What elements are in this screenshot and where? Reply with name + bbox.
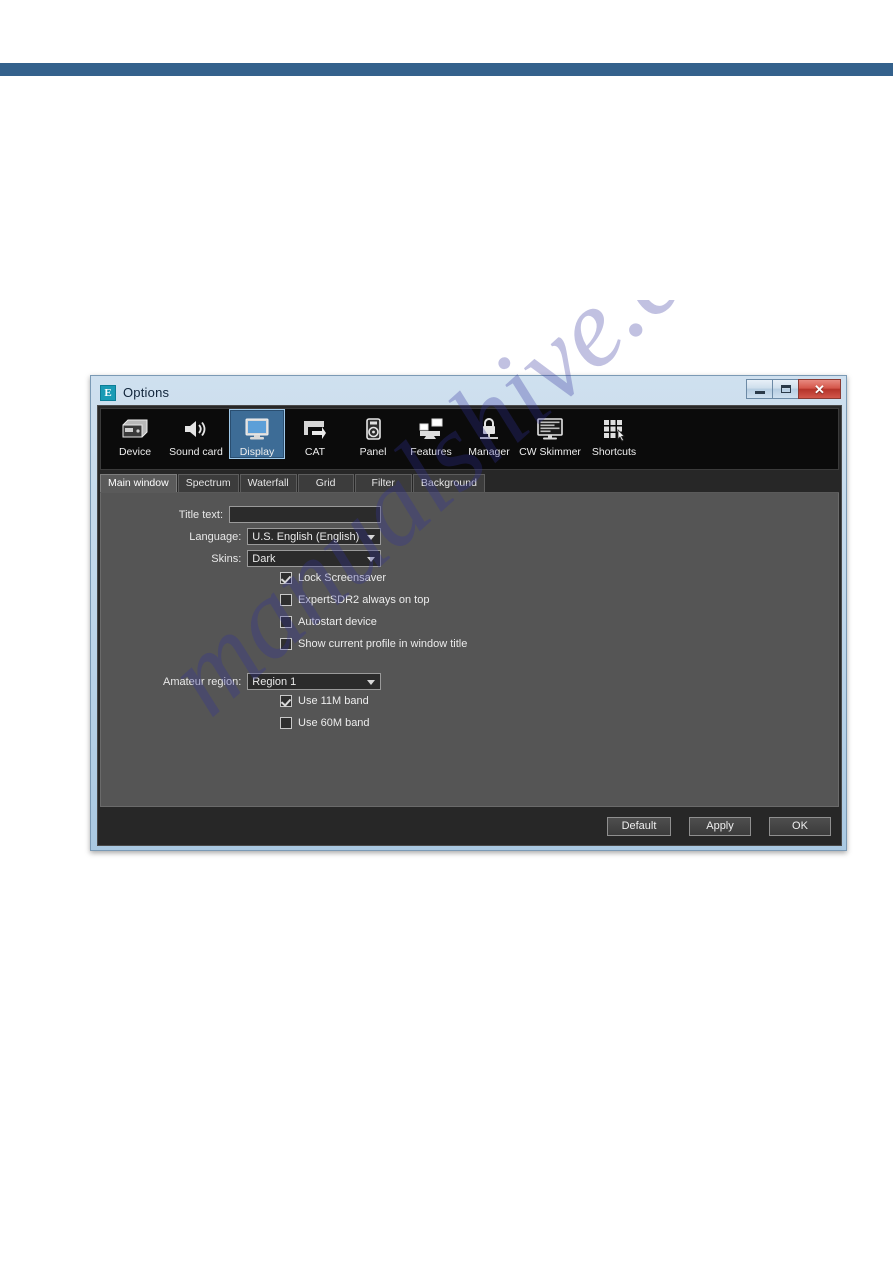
close-button[interactable]: ✕ — [798, 379, 841, 399]
dialog-title: Options — [123, 385, 170, 400]
skins-row: Skins: Dark — [126, 550, 381, 567]
checkbox-autostart-device[interactable]: Autostart device — [280, 616, 377, 628]
checkbox-use-11m-band-box[interactable] — [280, 695, 292, 707]
checkbox-always-on-top[interactable]: ExpertSDR2 always on top — [280, 594, 429, 606]
language-label: Language: — [189, 530, 242, 543]
cw-skimmer-icon — [535, 414, 565, 444]
toolbar-label-features: Features — [410, 446, 452, 458]
checkbox-autostart-device-label: Autostart device — [298, 616, 377, 628]
maximize-button[interactable] — [772, 379, 799, 399]
checkbox-use-11m-band-label: Use 11M band — [298, 695, 369, 707]
checkbox-use-60m-band-box[interactable] — [280, 717, 292, 729]
toolbar-item-manager[interactable]: Manager — [461, 409, 517, 459]
skins-select[interactable]: Dark — [247, 550, 381, 567]
language-row: Language: U.S. English (English) — [126, 528, 381, 545]
toolbar-item-device[interactable]: Device — [107, 409, 163, 459]
checkbox-lock-screensaver-label: Lock Screensaver — [298, 572, 387, 584]
window-controls: ✕ — [746, 379, 841, 399]
panel-icon — [358, 414, 388, 444]
language-select[interactable]: U.S. English (English) — [247, 528, 381, 545]
toolbar-label-panel: Panel — [359, 446, 387, 458]
toolbar-label-shortcuts: Shortcuts — [591, 446, 637, 458]
tab-main-window[interactable]: Main window — [100, 474, 177, 492]
chevron-down-icon — [367, 557, 375, 562]
language-value: U.S. English (English) — [252, 530, 360, 543]
checkbox-use-11m-band[interactable]: Use 11M band — [280, 695, 369, 707]
maximize-icon — [780, 385, 791, 393]
toolbar-item-panel[interactable]: Panel — [345, 409, 401, 459]
tab-filter[interactable]: Filter — [354, 474, 412, 492]
default-button[interactable]: Default — [607, 816, 671, 836]
minimize-icon — [754, 391, 765, 394]
toolbar-label-display: Display — [239, 446, 275, 458]
checkbox-show-profile-in-title-box[interactable] — [280, 638, 292, 650]
display-icon — [242, 414, 272, 444]
settings-tabstrip: Main window Spectrum Waterfall Grid Filt… — [100, 473, 839, 493]
dialog-body: Device Sound card Display CAT Panel Feat… — [97, 405, 842, 846]
options-dialog: E Options ✕ Device Sound card Display CA… — [90, 375, 847, 851]
close-icon: ✕ — [814, 381, 825, 397]
sound-card-icon — [181, 414, 211, 444]
checkbox-always-on-top-box[interactable] — [280, 594, 292, 606]
amateur-region-select[interactable]: Region 1 — [247, 673, 381, 690]
main-window-settings-panel: Title text: Language: U.S. English (Engl… — [100, 493, 839, 807]
options-toolbar: Device Sound card Display CAT Panel Feat… — [100, 408, 839, 470]
tab-spectrum[interactable]: Spectrum — [177, 474, 239, 492]
manager-lock-icon — [474, 414, 504, 444]
checkbox-lock-screensaver-box[interactable] — [280, 572, 292, 584]
title-text-row: Title text: — [126, 506, 381, 523]
toolbar-item-features[interactable]: Features — [403, 409, 459, 459]
toolbar-label-device: Device — [118, 446, 152, 458]
ok-button[interactable]: OK — [769, 816, 831, 836]
tab-waterfall[interactable]: Waterfall — [239, 474, 297, 492]
chevron-down-icon — [367, 535, 375, 540]
toolbar-label-sound-card: Sound card — [169, 446, 223, 458]
dialog-footer: Default Apply OK — [98, 807, 841, 845]
checkbox-autostart-device-box[interactable] — [280, 616, 292, 628]
cat-icon — [300, 414, 330, 444]
app-logo-icon: E — [100, 384, 116, 401]
skins-label: Skins: — [211, 552, 242, 565]
checkbox-show-profile-in-title-label: Show current profile in window title — [298, 638, 468, 650]
amateur-region-label: Amateur region: — [163, 675, 242, 688]
toolbar-item-sound-card[interactable]: Sound card — [165, 409, 227, 459]
toolbar-label-cat: CAT — [304, 446, 326, 458]
device-icon — [120, 414, 150, 444]
amateur-region-row: Amateur region: Region 1 — [126, 673, 381, 690]
toolbar-item-cw-skimmer[interactable]: CW Skimmer — [519, 409, 581, 459]
checkbox-show-profile-in-title[interactable]: Show current profile in window title — [280, 638, 467, 650]
chevron-down-icon — [367, 680, 375, 685]
features-icon — [416, 414, 446, 444]
apply-button[interactable]: Apply — [689, 816, 751, 836]
toolbar-label-manager: Manager — [468, 446, 510, 458]
toolbar-item-shortcuts[interactable]: Shortcuts — [583, 409, 645, 459]
toolbar-item-cat[interactable]: CAT — [287, 409, 343, 459]
title-text-label: Title text: — [178, 508, 223, 521]
checkbox-lock-screensaver[interactable]: Lock Screensaver — [280, 572, 386, 584]
toolbar-item-display[interactable]: Display — [229, 409, 285, 459]
checkbox-use-60m-band[interactable]: Use 60M band — [280, 717, 370, 729]
dialog-titlebar[interactable]: E Options ✕ — [96, 379, 841, 405]
toolbar-label-cw-skimmer: CW Skimmer — [519, 446, 581, 458]
shortcuts-icon — [599, 414, 629, 444]
title-text-input[interactable] — [229, 506, 381, 523]
amateur-region-value: Region 1 — [252, 675, 297, 688]
minimize-button[interactable] — [746, 379, 773, 399]
checkbox-use-60m-band-label: Use 60M band — [298, 717, 370, 729]
tab-grid[interactable]: Grid — [297, 474, 354, 492]
page-header-rule — [0, 63, 893, 76]
skins-value: Dark — [252, 552, 276, 565]
tab-background[interactable]: Background — [412, 474, 485, 492]
checkbox-always-on-top-label: ExpertSDR2 always on top — [298, 594, 430, 606]
